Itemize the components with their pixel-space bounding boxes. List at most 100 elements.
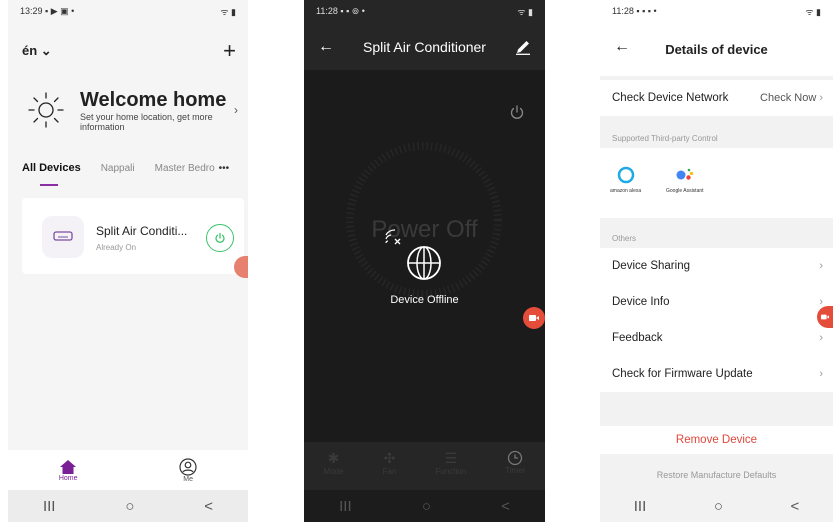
home-selector[interactable]: én ⌄ xyxy=(22,43,52,59)
status-right: ᯤ ▮ xyxy=(517,6,533,17)
device-name: Split Air Conditi... xyxy=(96,224,188,238)
recents-button[interactable]: III xyxy=(339,498,352,515)
home-button[interactable]: ○ xyxy=(125,498,134,515)
device-info-label: Device Info xyxy=(612,296,670,308)
timer-control[interactable]: Timer xyxy=(505,450,525,476)
mode-icon: ✱ xyxy=(327,450,340,466)
status-time: 11:28 xyxy=(316,5,338,16)
google-assistant-label: Google Assistant xyxy=(666,188,704,194)
video-icon xyxy=(529,315,539,321)
status-icons: ▪ ▪ ▪ • xyxy=(636,6,657,16)
room-tabs: All Devices Nappali Master Bedro ••• xyxy=(22,162,240,174)
offline-label: Device Offline xyxy=(390,294,459,306)
third-party-label: Supported Third-party Control xyxy=(612,134,718,143)
device-card[interactable]: Split Air Conditi... Already On xyxy=(22,198,244,274)
google-assistant-item[interactable]: Google Assistant xyxy=(666,166,704,194)
back-button[interactable]: < xyxy=(501,498,510,515)
page-title: Split Air Conditioner xyxy=(363,39,486,55)
welcome-banner[interactable]: Welcome home Set your home location, get… xyxy=(26,85,238,135)
back-button[interactable]: < xyxy=(204,498,213,515)
device-info-row[interactable]: Device Info › xyxy=(600,284,833,320)
system-nav-bar: III ○ < xyxy=(304,490,545,522)
power-state-label: Power Off xyxy=(371,216,478,243)
floating-handle[interactable] xyxy=(234,256,248,278)
control-bar: ✱ Mode ✣ Fan ☰ Function Timer xyxy=(304,450,545,476)
others-label: Others xyxy=(612,234,637,243)
offline-wifi-icon xyxy=(385,229,401,245)
status-bar: 13:29 ▪ ▶ ▣ • ᯤ ▮ xyxy=(8,0,248,22)
record-button[interactable] xyxy=(817,306,833,328)
check-network-row[interactable]: Check Device Network Check Now › xyxy=(600,80,833,116)
status-right: ᯤ ▮ xyxy=(220,6,236,17)
power-button[interactable] xyxy=(206,224,234,252)
back-button[interactable]: < xyxy=(790,498,799,515)
status-right: ᯤ ▮ xyxy=(805,6,821,17)
third-party-block: amazon alexa Google Assistant xyxy=(600,148,833,218)
tab-master-bedroom[interactable]: Master Bedro xyxy=(155,163,215,174)
welcome-subtitle: Set your home location, get more informa… xyxy=(80,111,213,132)
power-icon xyxy=(215,232,225,243)
firmware-update-row[interactable]: Check for Firmware Update › xyxy=(600,356,833,392)
air-conditioner-icon xyxy=(42,216,84,258)
status-icons: ▪ ▪ ⊚ • xyxy=(340,5,365,16)
feedback-row[interactable]: Feedback › xyxy=(600,320,833,356)
tab-me[interactable]: Me xyxy=(179,457,197,483)
restore-defaults-button[interactable]: Restore Manufacture Defaults xyxy=(600,462,833,488)
power-icon[interactable] xyxy=(509,104,525,120)
home-button[interactable]: ○ xyxy=(422,498,431,515)
check-now-link[interactable]: Check Now xyxy=(760,92,816,104)
status-time: 13:29 xyxy=(20,5,43,16)
home-screen: 13:29 ▪ ▶ ▣ • ᯤ ▮ én ⌄ + Welcome home Se… xyxy=(8,0,248,522)
device-status: Already On xyxy=(96,243,137,252)
status-icons: ▪ ▶ ▣ • xyxy=(45,5,75,16)
welcome-title: Welcome home xyxy=(80,88,227,111)
chevron-right-icon: › xyxy=(234,103,238,117)
timer-icon xyxy=(508,450,523,466)
check-network-label: Check Device Network xyxy=(612,92,729,104)
tab-nappali[interactable]: Nappali xyxy=(101,163,135,174)
chevron-down-icon: ⌄ xyxy=(40,43,52,58)
remove-device-button[interactable]: Remove Device xyxy=(600,426,833,454)
feedback-label: Feedback xyxy=(612,332,663,344)
device-sharing-row[interactable]: Device Sharing › xyxy=(600,248,833,284)
globe-icon xyxy=(407,246,441,280)
tab-all-devices[interactable]: All Devices xyxy=(22,162,81,174)
fan-label: Fan xyxy=(382,467,397,476)
home-icon xyxy=(60,459,77,474)
alexa-item[interactable]: amazon alexa xyxy=(610,166,641,194)
status-bar: 11:28 ▪ ▪ ⊚ • ᯤ ▮ xyxy=(304,0,545,22)
chevron-right-icon: › xyxy=(819,260,823,272)
timer-label: Timer xyxy=(505,466,526,475)
edit-icon[interactable] xyxy=(515,39,531,55)
mode-control[interactable]: ✱ Mode xyxy=(324,450,344,476)
back-arrow-icon[interactable]: ← xyxy=(318,38,334,56)
recents-button[interactable]: III xyxy=(634,498,647,515)
page-title: Details of device xyxy=(665,42,768,57)
video-icon xyxy=(821,314,829,320)
alexa-label: amazon alexa xyxy=(610,188,642,194)
recents-button[interactable]: III xyxy=(43,498,56,515)
tab-home[interactable]: Home xyxy=(59,459,78,482)
device-control-screen: 11:28 ▪ ▪ ⊚ • ᯤ ▮ ← Split Air Conditione… xyxy=(304,0,545,522)
function-label: Function xyxy=(435,467,467,476)
more-icon[interactable]: ••• xyxy=(219,163,230,174)
add-icon[interactable]: + xyxy=(223,38,236,64)
status-time: 11:28 xyxy=(612,6,634,16)
record-button[interactable] xyxy=(523,307,545,329)
sun-icon xyxy=(28,92,64,128)
chevron-right-icon: › xyxy=(819,92,823,104)
device-sharing-label: Device Sharing xyxy=(612,260,690,272)
chevron-right-icon: › xyxy=(819,332,823,344)
system-nav-bar: III ○ < xyxy=(8,490,248,522)
function-control[interactable]: ☰ Function xyxy=(436,450,467,476)
firmware-update-label: Check for Firmware Update xyxy=(612,368,753,380)
chevron-right-icon: › xyxy=(819,368,823,380)
fan-control[interactable]: ✣ Fan xyxy=(383,450,397,476)
header: ← Details of device xyxy=(600,22,833,76)
function-icon: ☰ xyxy=(444,450,458,466)
fan-icon: ✣ xyxy=(383,450,396,466)
home-name: én xyxy=(22,43,38,58)
system-nav-bar: III ○ < xyxy=(600,490,833,522)
bottom-tab-bar: Home Me xyxy=(8,450,248,490)
home-button[interactable]: ○ xyxy=(714,498,723,515)
